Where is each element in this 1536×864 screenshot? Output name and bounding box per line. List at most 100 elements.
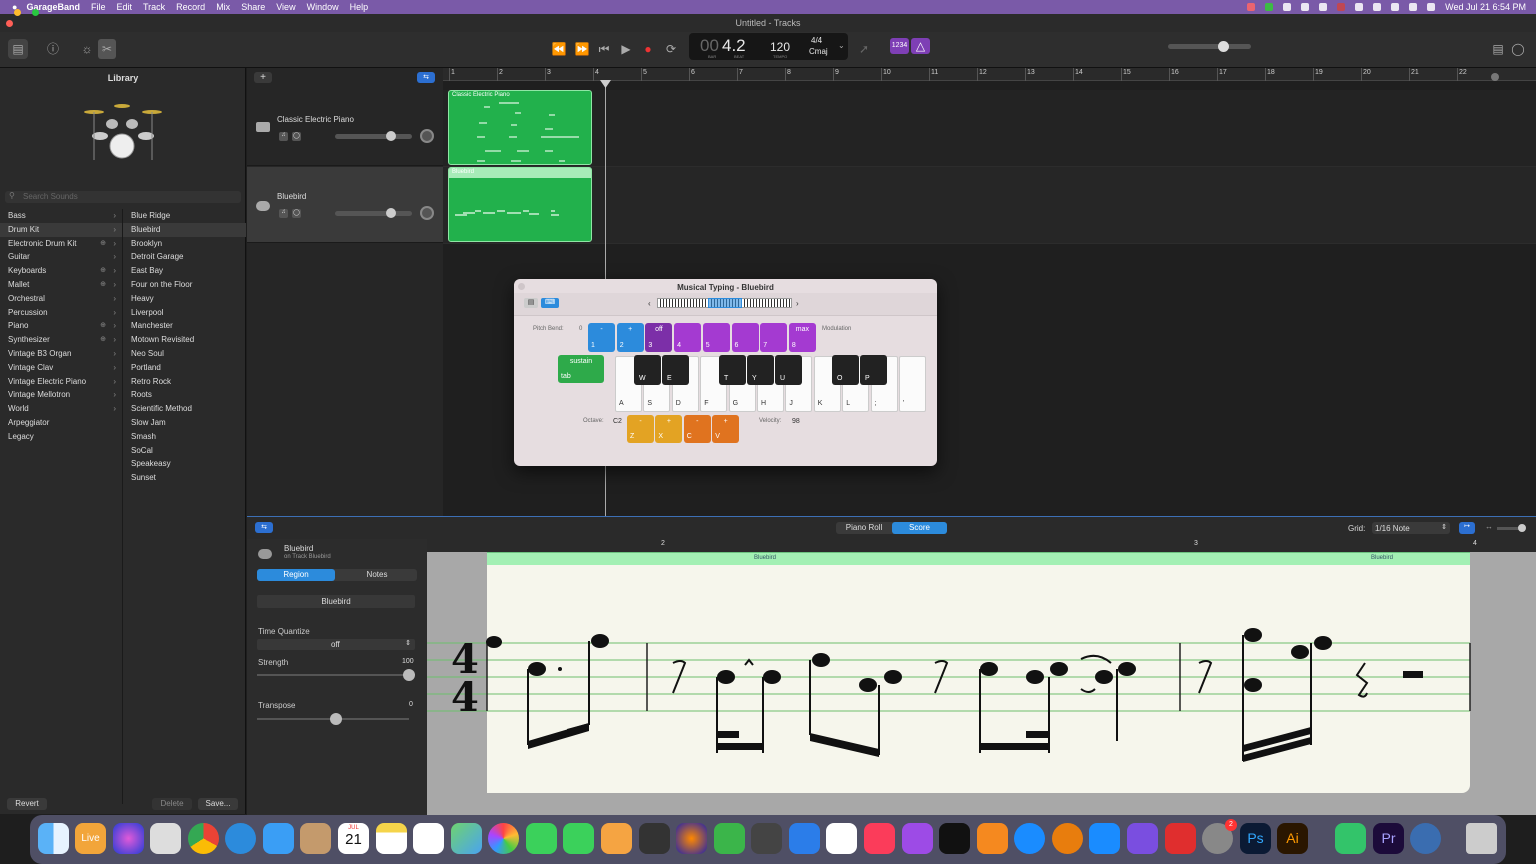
- notepad-icon[interactable]: ▤: [1490, 39, 1506, 59]
- minimize-button[interactable]: [14, 9, 21, 16]
- kit-item[interactable]: Heavy: [123, 292, 246, 306]
- download-icon[interactable]: ⊕: [100, 264, 106, 278]
- mute-button[interactable]: ♫: [279, 132, 288, 141]
- kit-item[interactable]: Sunset: [123, 471, 246, 485]
- kit-item[interactable]: Brooklyn: [123, 237, 246, 251]
- snap-button[interactable]: ↦: [1459, 522, 1475, 534]
- category-item[interactable]: Legacy: [0, 430, 122, 444]
- number-key[interactable]: -1: [588, 323, 615, 352]
- calendar-icon[interactable]: JUL 21: [338, 823, 369, 854]
- pan-knob[interactable]: [420, 129, 434, 143]
- status-icon[interactable]: [1265, 3, 1274, 11]
- kit-item[interactable]: Blue Ridge: [123, 209, 246, 223]
- facetime-icon[interactable]: [563, 823, 594, 854]
- count-in-button[interactable]: 1234: [890, 38, 909, 54]
- region-strip[interactable]: [487, 552, 1470, 565]
- category-item[interactable]: Mallet › ⊕: [0, 278, 122, 292]
- midi-region[interactable]: Classic Electric Piano: [448, 90, 592, 165]
- control-center-icon[interactable]: [1409, 3, 1418, 11]
- finder-icon[interactable]: [38, 823, 69, 854]
- pan-knob[interactable]: [420, 206, 434, 220]
- cycle-icon[interactable]: ⟳: [663, 39, 679, 59]
- search-icon[interactable]: [1391, 3, 1400, 11]
- category-item[interactable]: Electronic Drum Kit › ⊕: [0, 237, 122, 251]
- download-icon[interactable]: ⊕: [100, 278, 106, 292]
- contacts-icon[interactable]: [300, 823, 331, 854]
- loop-browser-icon[interactable]: ◯: [1510, 39, 1526, 59]
- master-volume-slider[interactable]: [1168, 41, 1251, 52]
- photos-icon[interactable]: [488, 823, 519, 854]
- number-key[interactable]: 4: [674, 323, 702, 352]
- category-item[interactable]: Piano › ⊕: [0, 319, 122, 333]
- black-key[interactable]: Y: [747, 355, 774, 385]
- number-key[interactable]: 7: [760, 323, 788, 352]
- category-item[interactable]: Vintage Mellotron ›: [0, 388, 122, 402]
- track-volume-slider[interactable]: [335, 208, 412, 218]
- kit-item[interactable]: Four on the Floor: [123, 278, 246, 292]
- drummer-region[interactable]: Bluebird: [448, 167, 592, 242]
- chevron-down-icon[interactable]: ⌄: [838, 41, 845, 50]
- bluetooth-icon[interactable]: [1355, 3, 1364, 11]
- kit-item[interactable]: Liverpool: [123, 306, 246, 320]
- zoom-button[interactable]: [32, 9, 39, 16]
- menu-edit[interactable]: Edit: [116, 2, 132, 12]
- category-item[interactable]: Percussion ›: [0, 306, 122, 320]
- kit-item[interactable]: Scientific Method: [123, 402, 246, 416]
- black-key[interactable]: E: [662, 355, 689, 385]
- mail-icon[interactable]: [263, 823, 294, 854]
- category-item[interactable]: Vintage Electric Piano ›: [0, 375, 122, 389]
- musical-typing-window[interactable]: Musical Typing - Bluebird ▤ ⌨ ‹ › Pitch …: [514, 279, 937, 466]
- keynote-icon[interactable]: [789, 823, 820, 854]
- number-key[interactable]: off 3: [645, 323, 673, 352]
- fast-forward-icon[interactable]: ⏩: [573, 39, 591, 59]
- lcd-display[interactable]: 00 4.2 BAR BEAT 120 TEMPO 4/4 Cmaj ⌄: [689, 33, 848, 60]
- grid-select[interactable]: 1/16 Note ⇕: [1372, 522, 1450, 534]
- chevron-right-icon[interactable]: ›: [796, 299, 799, 308]
- menu-help[interactable]: Help: [350, 2, 369, 12]
- rewind-icon[interactable]: ⏪: [550, 39, 568, 59]
- key-signature[interactable]: Cmaj: [809, 47, 828, 56]
- track-name[interactable]: Classic Electric Piano: [277, 115, 354, 124]
- time-signature[interactable]: 4/4: [811, 36, 822, 45]
- black-key[interactable]: T: [719, 355, 746, 385]
- category-item[interactable]: Synthesizer › ⊕: [0, 333, 122, 347]
- slider-knob[interactable]: [330, 713, 342, 725]
- headphones-icon[interactable]: ◯: [292, 209, 301, 218]
- kit-item[interactable]: Smash: [123, 430, 246, 444]
- status-icon[interactable]: [1319, 3, 1328, 11]
- cleanmymac-icon[interactable]: [1335, 823, 1366, 854]
- status-icon[interactable]: [1247, 3, 1256, 11]
- siri-icon[interactable]: [1427, 3, 1436, 11]
- kit-item[interactable]: Motown Revisited: [123, 333, 246, 347]
- garageband-icon[interactable]: [639, 823, 670, 854]
- download-icon[interactable]: ⊕: [100, 237, 106, 251]
- tuner-icon[interactable]: ➚: [856, 39, 872, 59]
- kit-item[interactable]: Speakeasy: [123, 457, 246, 471]
- safari-icon[interactable]: [225, 823, 256, 854]
- number-key[interactable]: max 8: [788, 323, 816, 352]
- download-icon[interactable]: ⊕: [100, 319, 106, 333]
- save-button[interactable]: Save...: [198, 798, 238, 810]
- imovie-icon[interactable]: [1127, 823, 1158, 854]
- category-item[interactable]: World ›: [0, 402, 122, 416]
- news-icon[interactable]: [826, 823, 857, 854]
- kit-item[interactable]: Roots: [123, 388, 246, 402]
- kit-item[interactable]: Detroit Garage: [123, 250, 246, 264]
- kit-item[interactable]: Portland: [123, 361, 246, 375]
- zoom-slider-knob[interactable]: [1491, 73, 1499, 81]
- kit-item[interactable]: Neo Soul: [123, 347, 246, 361]
- number-key[interactable]: 6: [731, 323, 759, 352]
- slider-knob[interactable]: [386, 208, 396, 218]
- calculator-icon[interactable]: [751, 823, 782, 854]
- black-key[interactable]: U: [775, 355, 802, 385]
- revert-button[interactable]: Revert: [7, 798, 47, 810]
- audacity-icon[interactable]: [676, 823, 707, 854]
- status-icon[interactable]: [1283, 3, 1292, 11]
- tab-piano-roll[interactable]: Piano Roll: [836, 522, 892, 534]
- zoom-slider[interactable]: [1497, 524, 1526, 532]
- region-name-field[interactable]: Bluebird: [257, 595, 415, 608]
- slider-knob[interactable]: [403, 669, 415, 681]
- category-item[interactable]: Orchestral ›: [0, 292, 122, 306]
- maps-icon[interactable]: [451, 823, 482, 854]
- reminders-icon[interactable]: [413, 823, 444, 854]
